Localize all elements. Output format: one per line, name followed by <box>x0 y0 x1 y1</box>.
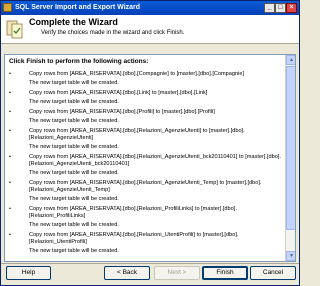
page-title: Complete the Wizard <box>29 17 118 27</box>
button-bar: Help < Back Next > Finish Cancel <box>1 263 299 285</box>
action-result: The new target table will be created. <box>29 80 119 86</box>
help-button[interactable]: Help <box>6 266 51 280</box>
wizard-header: Complete the Wizard Verify the choices m… <box>1 15 299 44</box>
bullet: • <box>9 232 11 238</box>
bullet: • <box>9 206 11 212</box>
action-result: The new target table will be created. <box>29 170 119 176</box>
action-result: The new target table will be created. <box>29 118 119 124</box>
action-text: Copy rows from [AREA_RISERVATA].[dbo].[R… <box>29 232 239 245</box>
next-button[interactable]: Next > <box>154 266 200 280</box>
maximize-button[interactable]: □ <box>275 3 286 13</box>
minimize-button[interactable]: _ <box>264 3 275 13</box>
action-result: The new target table will be created. <box>29 196 119 202</box>
bullet: • <box>9 154 11 160</box>
action-text: Copy rows from [AREA_RISERVATA].[dbo].[R… <box>29 206 237 219</box>
action-text: Copy rows from [AREA_RISERVATA].[dbo].[L… <box>29 90 208 96</box>
cancel-button[interactable]: Cancel <box>250 266 296 280</box>
scroll-down-arrow-icon[interactable]: ▼ <box>286 251 295 261</box>
action-result: The new target table will be created. <box>29 222 119 228</box>
action-text: Copy rows from [AREA_RISERVATA].[dbo].[R… <box>29 180 262 193</box>
wizard-window: SQL Server Import and Export Wizard _ □ … <box>0 0 300 286</box>
finish-button[interactable]: Finish <box>202 266 248 280</box>
scrollbar-thumb[interactable] <box>286 66 295 230</box>
action-result: The new target table will be created. <box>29 99 119 105</box>
action-text: Copy rows from [AREA_RISERVATA].[dbo].[P… <box>29 109 215 115</box>
title-bar[interactable]: SQL Server Import and Export Wizard _ □ … <box>1 1 299 15</box>
window-title: SQL Server Import and Export Wizard <box>15 4 141 11</box>
actions-lead-text: Click Finish to perform the following ac… <box>9 58 149 65</box>
back-button[interactable]: < Back <box>104 266 150 280</box>
action-text: Copy rows from [AREA_RISERVATA].[dbo].[R… <box>29 128 245 141</box>
scroll-up-arrow-icon[interactable]: ▲ <box>286 55 295 65</box>
bullet: • <box>9 90 11 96</box>
vertical-scrollbar[interactable]: ▲ ▼ <box>285 55 295 261</box>
bullet: • <box>9 128 11 134</box>
action-result: The new target table will be created. <box>29 144 119 150</box>
bullet: • <box>9 109 11 115</box>
action-text: Copy rows from [AREA_RISERVATA].[dbo].[R… <box>29 154 281 167</box>
action-result: The new target table will be created. <box>29 248 119 254</box>
actions-list[interactable]: Click Finish to perform the following ac… <box>4 54 296 262</box>
close-button[interactable]: × <box>286 3 297 13</box>
app-icon <box>3 3 12 12</box>
divider <box>1 263 299 264</box>
page-subtitle: Verify the choices made in the wizard an… <box>41 30 185 36</box>
action-text: Copy rows from [AREA_RISERVATA].[dbo].[C… <box>29 71 245 77</box>
bullet: • <box>9 71 11 77</box>
wizard-icon <box>6 20 23 39</box>
bullet: • <box>9 180 11 186</box>
